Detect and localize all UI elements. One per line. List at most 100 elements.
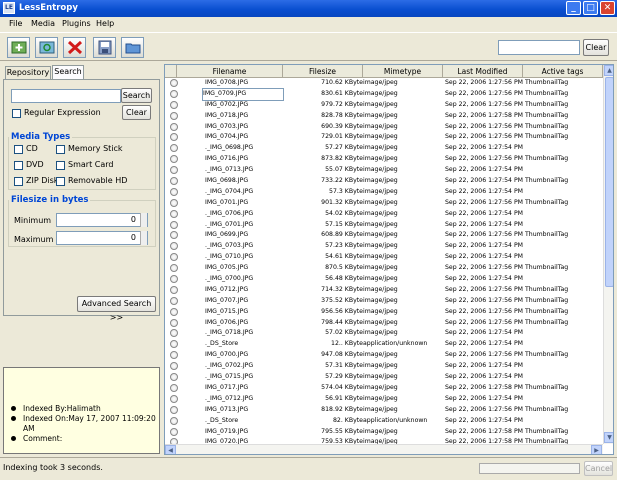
row-select-icon[interactable] (170, 198, 178, 207)
cd-checkbox[interactable] (14, 145, 23, 154)
row-select-icon[interactable] (170, 285, 178, 294)
row-select-icon[interactable] (170, 89, 178, 98)
table-row[interactable]: IMG_0706.JPG 798.44 KByte image/jpeg Sep 22… (165, 318, 603, 329)
row-select-icon[interactable] (170, 383, 178, 392)
menu-plugins[interactable]: Plugins (62, 19, 91, 28)
row-select-icon[interactable] (170, 318, 178, 327)
minimize-icon[interactable]: _ (566, 1, 581, 15)
row-select-icon[interactable] (170, 166, 178, 175)
row-select-icon[interactable] (170, 242, 178, 251)
row-select-icon[interactable] (170, 209, 178, 218)
table-row[interactable]: IMG_0700.JPG 947.08 KByte image/jpeg Sep 22… (165, 350, 603, 361)
table-row[interactable]: IMG_0715.JPG 956.56 KByte image/jpeg Sep 22… (165, 307, 603, 318)
maximum-input[interactable]: 0 (56, 231, 148, 245)
row-select-icon[interactable] (170, 296, 178, 305)
table-row[interactable]: ._IMG_0704.JPG 57.3 KByte image/jpeg Sep 22… (165, 187, 603, 198)
table-row[interactable]: IMG_0709.JPG 830.61 KByte image/jpeg Sep 22… (165, 87, 603, 101)
row-select-icon[interactable] (170, 187, 178, 196)
save-button[interactable] (93, 37, 116, 58)
open-folder-button[interactable] (121, 37, 144, 58)
cancel-button[interactable]: Cancel (584, 461, 613, 476)
memory-stick-checkbox[interactable] (56, 145, 65, 154)
row-select-icon[interactable] (170, 373, 178, 382)
column-mimetype[interactable]: Mimetype (363, 65, 443, 78)
table-row[interactable]: IMG_0707.JPG 375.52 KByte image/jpeg Sep 22… (165, 296, 603, 307)
table-row[interactable]: IMG_0698.JPG 733.22 KByte image/jpeg Sep 22… (165, 176, 603, 187)
smart-card-checkbox[interactable] (56, 161, 65, 170)
maximize-icon[interactable]: □ (583, 1, 598, 15)
table-row[interactable]: ._IMG_0715.JPG 57.29 KByte image/jpeg Sep 2… (165, 372, 603, 383)
table-row[interactable]: ._IMG_0710.JPG 54.61 KByte image/jpeg Sep 2… (165, 252, 603, 263)
table-row[interactable]: ._IMG_0718.JPG 57.02 KByte image/jpeg Sep 2… (165, 328, 603, 339)
row-select-icon[interactable] (170, 253, 178, 262)
zip-disk-checkbox[interactable] (14, 177, 23, 186)
table-row[interactable]: IMG_0712.JPG 714.32 KByte image/jpeg Sep 22… (165, 285, 603, 296)
table-row[interactable]: IMG_0705.JPG 870.5 KByte image/jpeg Sep 22,… (165, 263, 603, 274)
row-select-icon[interactable] (170, 155, 178, 164)
quick-search-input[interactable] (498, 40, 580, 55)
row-select-icon[interactable] (170, 329, 178, 338)
row-select-icon[interactable] (170, 177, 178, 186)
table-row[interactable]: ._DS_Store 12.. KByte application/unknown S… (165, 339, 603, 350)
table-row[interactable]: IMG_0713.JPG 818.92 KByte image/jpeg Sep 22… (165, 405, 603, 416)
tab-search[interactable]: Search (52, 65, 84, 80)
row-select-icon[interactable] (170, 307, 178, 316)
dvd-checkbox[interactable] (14, 161, 23, 170)
scroll-up-icon[interactable]: ▲ (604, 65, 613, 76)
add-media-button[interactable] (7, 37, 30, 58)
table-row[interactable]: IMG_0699.JPG 608.89 KByte image/jpeg Sep 22… (165, 230, 603, 241)
row-select-icon[interactable] (170, 144, 178, 153)
row-select-icon[interactable] (170, 405, 178, 414)
table-row[interactable]: IMG_0716.JPG 873.82 KByte image/jpeg Sep 22… (165, 154, 603, 165)
select-column-header[interactable] (165, 65, 177, 78)
menu-media[interactable]: Media (31, 19, 55, 28)
row-select-icon[interactable] (170, 362, 178, 371)
row-select-icon[interactable] (170, 427, 178, 436)
search-clear-button[interactable]: Clear (122, 105, 151, 120)
row-select-icon[interactable] (170, 111, 178, 120)
table-row[interactable]: IMG_0708.JPG 710.62 KByte image/jpeg Sep 22… (165, 78, 603, 89)
table-row[interactable]: ._IMG_0702.JPG 57.31 KByte image/jpeg Sep 2… (165, 361, 603, 372)
search-query-input[interactable] (11, 89, 121, 103)
horizontal-scrollbar[interactable]: ◀ ▶ (165, 444, 603, 454)
table-row[interactable]: IMG_0718.JPG 828.78 KByte image/jpeg Sep 22… (165, 111, 603, 122)
row-select-icon[interactable] (170, 340, 178, 349)
column-active-tags[interactable]: Active tags (523, 65, 603, 78)
table-row[interactable]: IMG_0704.JPG 729.01 KByte image/jpeg Sep 22… (165, 132, 603, 143)
tab-repository[interactable]: Repository (5, 66, 51, 79)
removable-hd-checkbox[interactable] (56, 177, 65, 186)
scroll-left-icon[interactable]: ◀ (165, 445, 176, 454)
scroll-down-icon[interactable]: ▼ (604, 432, 613, 443)
minimum-spinner[interactable] (140, 213, 147, 227)
column-filesize[interactable]: Filesize (283, 65, 363, 78)
menu-file[interactable]: File (9, 19, 22, 28)
table-row[interactable]: ._IMG_0713.JPG 55.07 KByte image/jpeg Sep 2… (165, 165, 603, 176)
row-select-icon[interactable] (170, 220, 178, 229)
row-select-icon[interactable] (170, 100, 178, 109)
minimum-input[interactable]: 0 (56, 213, 148, 227)
menu-help[interactable]: Help (96, 19, 114, 28)
scroll-right-icon[interactable]: ▶ (591, 445, 602, 454)
table-row[interactable]: ._IMG_0700.JPG 56.48 KByte image/jpeg Sep 2… (165, 274, 603, 285)
row-select-icon[interactable] (170, 264, 178, 273)
column-filename[interactable]: Filename (177, 65, 283, 78)
advanced-search-button[interactable]: Advanced Search >> (77, 296, 156, 322)
vertical-scroll-thumb[interactable] (605, 77, 613, 287)
maximum-spinner[interactable] (140, 231, 147, 245)
table-row[interactable]: IMG_0719.JPG 795.55 KByte image/jpeg Sep 22… (165, 427, 603, 438)
column-last-modified[interactable]: Last Modified (443, 65, 523, 78)
row-select-icon[interactable] (170, 416, 178, 425)
table-row[interactable]: IMG_0701.JPG 901.32 KByte image/jpeg Sep 22… (165, 198, 603, 209)
row-select-icon[interactable] (170, 351, 178, 360)
row-select-icon[interactable] (170, 79, 178, 87)
quick-search-clear-button[interactable]: Clear (583, 39, 609, 56)
regex-checkbox[interactable] (12, 109, 21, 118)
row-select-icon[interactable] (170, 231, 178, 240)
table-row[interactable]: ._IMG_0712.JPG 56.91 KByte image/jpeg Sep 2… (165, 394, 603, 405)
row-select-icon[interactable] (170, 394, 178, 403)
row-select-icon[interactable] (170, 275, 178, 284)
table-row[interactable]: ._IMG_0706.JPG 54.02 KByte image/jpeg Sep 2… (165, 209, 603, 220)
row-select-icon[interactable] (170, 122, 178, 131)
table-row[interactable]: ._DS_Store 82. KByte application/unknown Se… (165, 416, 603, 427)
table-row[interactable]: IMG_0703.JPG 690.39 KByte image/jpeg Sep 22… (165, 122, 603, 133)
